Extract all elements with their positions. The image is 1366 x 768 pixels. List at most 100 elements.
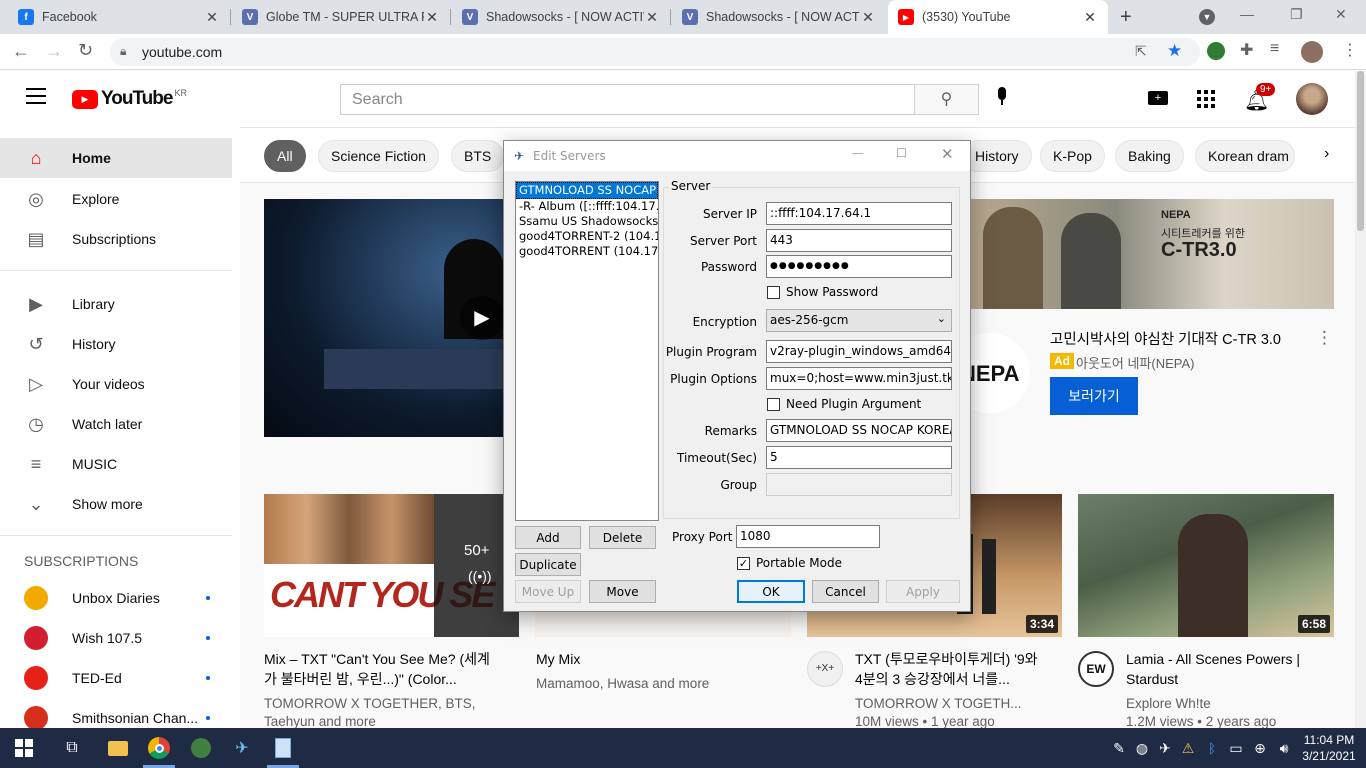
clock-time[interactable]: 11:04 PM <box>1298 733 1360 747</box>
chip-history[interactable]: History <box>962 140 1032 172</box>
youtube-logo[interactable]: ▶ YouTube KR <box>72 88 187 110</box>
sidebar-item-home[interactable]: ⌂ Home <box>0 138 232 178</box>
subscription-item[interactable]: TED-Ed <box>0 658 232 698</box>
browser-tab[interactable]: V Shadowsocks - [ NOW ACTIV ✕ <box>672 0 886 34</box>
channel-avatar[interactable]: +X+ <box>807 651 843 687</box>
portable-mode-checkbox[interactable]: ✓ <box>737 557 750 570</box>
pen-tray-icon[interactable]: ✎ <box>1107 736 1131 760</box>
shadowsocks-tray-icon[interactable]: ✈ <box>1153 736 1177 760</box>
remarks-field[interactable]: GTMNOLOAD SS NOCAP KOREA S <box>766 419 952 442</box>
profile-avatar[interactable] <box>1301 41 1323 63</box>
dialog-close-icon[interactable]: ✕ <box>941 145 954 163</box>
tab-search-icon[interactable]: ▼ <box>1199 9 1215 25</box>
subscription-item[interactable]: Wish 107.5 <box>0 618 232 658</box>
server-listbox[interactable]: GTMNOLOAD SS NOCAP K -R- Album ([::ffff:… <box>515 181 659 521</box>
sidebar-item-your-videos[interactable]: ▷ Your videos <box>0 364 232 404</box>
browser-tab[interactable]: V Globe TM - SUPER ULTRA FA ✕ <box>232 0 450 34</box>
apps-grid-icon[interactable] <box>1197 90 1215 108</box>
move-up-button[interactable]: Move Up <box>515 580 581 603</box>
server-list-item[interactable]: -R- Album ([::ffff:104.17.65 <box>516 199 658 214</box>
chip-baking[interactable]: Baking <box>1115 140 1184 172</box>
video-thumbnail[interactable]: CANT YOU SE 50+ ((•)) <box>264 494 519 637</box>
need-plugin-argument-label[interactable]: Need Plugin Argument <box>786 397 921 411</box>
show-password-label[interactable]: Show Password <box>786 285 878 299</box>
address-bar[interactable]: 🔒︎ youtube.com ⇱ ★ <box>110 38 1200 66</box>
video-title[interactable]: My Mix <box>536 649 580 669</box>
file-explorer-icon[interactable] <box>106 736 130 760</box>
chrome-icon[interactable] <box>147 736 171 760</box>
chip-all[interactable]: All <box>264 140 306 172</box>
dialog-maximize-icon[interactable]: ☐ <box>896 146 907 160</box>
extension-globe-icon[interactable] <box>1207 42 1225 60</box>
close-tab-icon[interactable]: ✕ <box>860 9 876 26</box>
chip-scroll-right-icon[interactable]: › <box>1324 145 1329 163</box>
account-avatar[interactable] <box>1296 83 1328 115</box>
chip-korean-drama[interactable]: Korean dram <box>1195 140 1295 172</box>
close-tab-icon[interactable]: ✕ <box>644 9 660 26</box>
featured-video-player[interactable]: ▶ <box>264 199 504 437</box>
create-video-icon[interactable]: + <box>1148 91 1168 105</box>
cancel-button[interactable]: Cancel <box>812 580 879 603</box>
duplicate-button[interactable]: Duplicate <box>515 553 581 576</box>
video-title[interactable]: TXT (투모로우바이투게더) '9와 4분의 3 승강장에서 너를... <box>855 649 1045 689</box>
sidebar-item-watch-later[interactable]: ◷ Watch later <box>0 404 232 444</box>
video-thumbnail[interactable]: 6:58 <box>1078 494 1334 637</box>
network-globe-tray-icon[interactable]: ◍ <box>1130 736 1154 760</box>
server-list-item[interactable]: good4TORRENT-2 (104.17. <box>516 229 658 244</box>
add-button[interactable]: Add <box>515 526 581 549</box>
bluetooth-tray-icon[interactable]: ᛒ <box>1200 736 1224 760</box>
sidebar-item-explore[interactable]: ◎ Explore <box>0 179 232 219</box>
back-icon[interactable]: ← <box>12 41 30 62</box>
browser-tab[interactable]: V Shadowsocks - [ NOW ACTIV ✕ <box>452 0 670 34</box>
sidebar-item-history[interactable]: ↺ History <box>0 324 232 364</box>
language-tray-icon[interactable]: ⊕ <box>1248 736 1272 760</box>
media-control-icon[interactable]: ≡ <box>1270 40 1279 58</box>
server-list-item[interactable]: good4TORRENT (104.17.64 <box>516 244 658 259</box>
plugin-options-field[interactable]: mux=0;host=www.min3just.tk;tls <box>766 367 952 390</box>
video-title[interactable]: Lamia - All Scenes Powers | Stardust <box>1126 649 1326 689</box>
bookmark-star-icon[interactable]: ★ <box>1167 41 1182 61</box>
new-tab-icon[interactable]: + <box>1120 6 1132 29</box>
volume-tray-icon[interactable]: 🔊︎ <box>1272 736 1296 760</box>
extensions-puzzle-icon[interactable]: ✚ <box>1240 40 1253 60</box>
restore-window-icon[interactable]: ❐ <box>1290 6 1303 23</box>
page-scrollbar[interactable] <box>1355 71 1366 728</box>
chip-k-pop[interactable]: K-Pop <box>1040 140 1105 172</box>
minimize-window-icon[interactable]: — <box>1240 6 1254 22</box>
play-button-icon[interactable]: ▶ <box>460 296 504 340</box>
show-password-checkbox[interactable] <box>767 286 780 299</box>
windows-start-icon[interactable] <box>12 736 36 760</box>
ad-more-icon[interactable]: ⋮ <box>1316 328 1333 348</box>
ad-title[interactable]: 고민시박사의 야심찬 기대작 C-TR 3.0 <box>1050 328 1281 349</box>
move-button[interactable]: Move <box>589 580 656 603</box>
delete-button[interactable]: Delete <box>589 526 656 549</box>
sidebar-item-show-more[interactable]: ⌄ Show more <box>0 484 232 524</box>
sidebar-item-subscriptions[interactable]: ▤ Subscriptions <box>0 219 232 259</box>
chrome-menu-icon[interactable]: ⋮ <box>1342 40 1358 60</box>
close-tab-icon[interactable]: ✕ <box>1082 9 1098 26</box>
ok-button[interactable]: OK <box>737 580 805 603</box>
ad-banner-image[interactable]: NEPA 시티트레커를 위한 C-TR3.0 <box>971 199 1334 309</box>
group-field[interactable] <box>766 473 952 496</box>
close-window-icon[interactable]: ✕ <box>1335 6 1347 23</box>
video-channel[interactable]: TOMORROW X TOGETHER, BTS, <box>264 695 476 713</box>
sidebar-item-library[interactable]: ▶ Library <box>0 284 232 324</box>
notepad-icon[interactable] <box>271 736 295 760</box>
ad-cta-button[interactable]: 보러가기 <box>1050 377 1138 415</box>
browser-tab[interactable]: f Facebook ✕ <box>8 0 230 34</box>
search-button[interactable]: ⚲ <box>914 84 979 115</box>
proxy-port-field[interactable]: 1080 <box>736 525 880 548</box>
server-ip-field[interactable]: ::ffff:104.17.64.1 <box>766 202 952 225</box>
browser-tab-active[interactable]: ▶ (3530) YouTube ✕ <box>888 0 1108 34</box>
reload-icon[interactable]: ↻ <box>78 40 93 61</box>
portable-mode-label[interactable]: Portable Mode <box>756 556 842 570</box>
close-tab-icon[interactable]: ✕ <box>424 9 440 26</box>
channel-avatar[interactable]: EW <box>1078 651 1114 687</box>
open-in-app-icon[interactable]: ⇱ <box>1135 43 1147 60</box>
task-view-icon[interactable]: ⧉ <box>60 736 84 760</box>
server-list-item-selected[interactable]: GTMNOLOAD SS NOCAP K <box>516 182 658 199</box>
need-plugin-argument-checkbox[interactable] <box>767 398 780 411</box>
forward-icon[interactable]: → <box>45 41 63 62</box>
clock-date[interactable]: 3/21/2021 <box>1298 749 1360 763</box>
timeout-field[interactable]: 5 <box>766 446 952 469</box>
